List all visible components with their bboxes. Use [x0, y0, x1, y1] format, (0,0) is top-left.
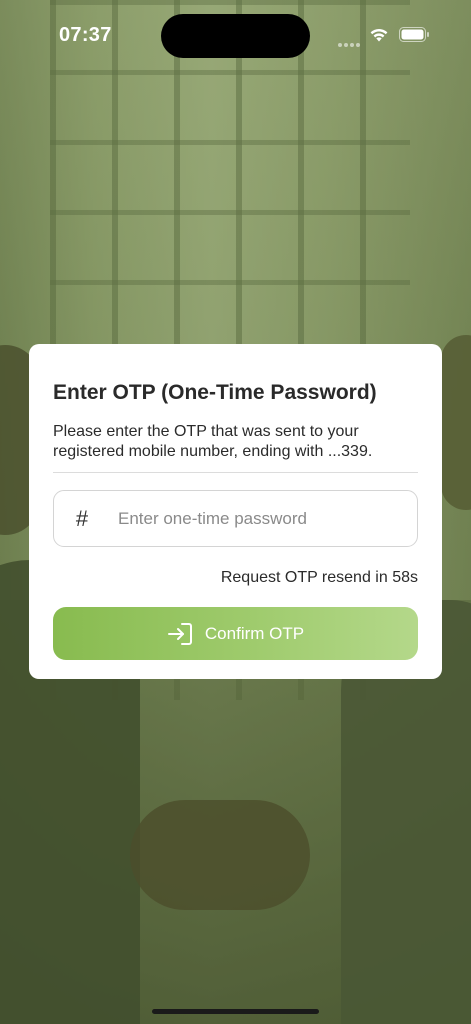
otp-screen: 07:37 Enter OTP (One-Time Password) Plea… [0, 0, 471, 1024]
confirm-otp-label: Confirm OTP [204, 623, 305, 643]
status-bar: 07:37 [0, 0, 471, 70]
battery-icon [399, 27, 430, 42]
otp-card-description: Please enter the OTP that was sent to yo… [53, 423, 373, 460]
otp-input-field[interactable]: # [53, 490, 418, 547]
otp-card-title: Enter OTP (One-Time Password) [53, 381, 377, 404]
wifi-icon [368, 25, 390, 43]
otp-input[interactable] [116, 507, 400, 530]
hash-icon: # [75, 505, 89, 531]
cellular-signal-icon [338, 34, 362, 47]
home-indicator[interactable] [152, 1009, 319, 1014]
confirm-otp-button[interactable]: Confirm OTP [53, 607, 418, 660]
dynamic-island [161, 14, 310, 58]
otp-card: Enter OTP (One-Time Password) Please ent… [29, 344, 442, 679]
login-icon [167, 622, 193, 646]
resend-otp-countdown: Request OTP resend in 58s [220, 569, 418, 586]
status-time: 07:37 [59, 24, 112, 46]
divider [53, 472, 418, 473]
